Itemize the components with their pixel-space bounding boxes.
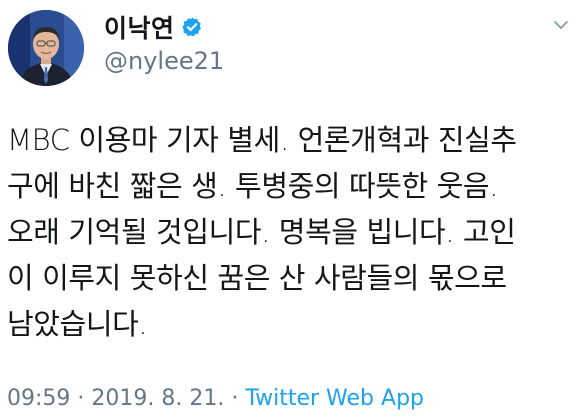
tweet-date[interactable]: 2019. 8. 21. [91, 386, 224, 411]
tweet-text-line: 남았습니다. [7, 307, 148, 341]
tweet-source-link[interactable]: Twitter Web App [245, 386, 424, 411]
author-display-name[interactable]: 이낙연 [104, 9, 175, 45]
chevron-down-icon[interactable] [550, 14, 572, 36]
meta-separator: · [70, 386, 92, 411]
tweet-text-line: 구에 바친 짧은 생. 투병중의 따뜻한 웃음. [7, 169, 499, 203]
avatar[interactable] [8, 10, 84, 86]
tweet-text-line: 이 이루지 못하신 꿈은 산 사람들의 몫으로 [7, 261, 507, 295]
tweet-text-line: 오래 기억될 것입니다. 명복을 빕니다. 고인 [7, 215, 516, 249]
tweet-meta: 09:59 · 2019. 8. 21. · Twitter Web App [7, 386, 424, 411]
author-name-row[interactable]: 이낙연 [104, 9, 203, 45]
tweet-text: MBC 이용마 기자 별세. 언론개혁과 진실추 구에 바친 짧은 생. 투병중… [7, 117, 577, 347]
tweet-text-line: MBC 이용마 기자 별세. 언론개혁과 진실추 [7, 123, 517, 157]
author-handle[interactable]: @nylee21 [104, 47, 224, 75]
meta-separator: · [224, 386, 246, 411]
profile-photo [8, 10, 84, 86]
verified-badge-icon [181, 16, 203, 38]
tweet-time[interactable]: 09:59 [7, 386, 70, 411]
